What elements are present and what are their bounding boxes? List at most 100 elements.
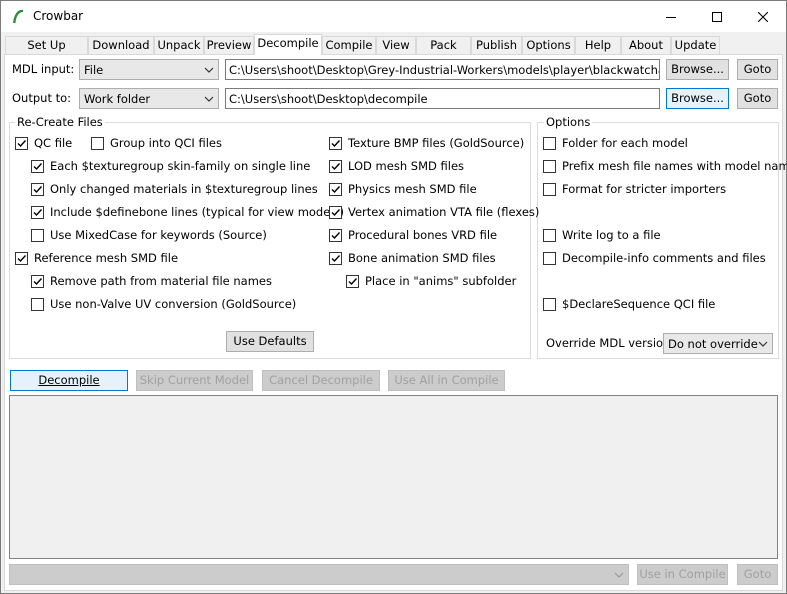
output-to-goto-button[interactable]: Goto (737, 88, 778, 109)
only-changed-materials-in-texturegroup-lines-checkbox[interactable] (31, 183, 44, 196)
bone-animation-smd-files-checkbox[interactable] (329, 252, 342, 265)
write-log-to-a-file-checkbox[interactable] (543, 229, 556, 242)
use-all-in-compile-button[interactable]: Use All in Compile (388, 370, 505, 391)
texture-bmp-files-goldsource-checkbox[interactable] (329, 137, 342, 150)
window-title: Crowbar (33, 9, 84, 23)
use-mixedcase-for-keywords-source-checkbox[interactable] (31, 229, 44, 242)
cancel-decompile-button[interactable]: Cancel Decompile (262, 370, 380, 391)
mdl-input-browse-button[interactable]: Browse... (666, 59, 729, 80)
qc-file-checkbox[interactable] (15, 137, 28, 150)
place-in-anims-subfolder-checkbox[interactable] (346, 275, 359, 288)
tab-compile[interactable]: Compile (322, 36, 376, 54)
procedural-bones-vrd-file-label[interactable]: Procedural bones VRD file (348, 228, 497, 242)
lod-mesh-smd-files-checkbox[interactable] (329, 160, 342, 173)
close-icon (758, 11, 768, 22)
checkmark-icon (33, 278, 43, 286)
bone-animation-smd-files-label[interactable]: Bone animation SMD files (348, 251, 496, 265)
use-in-compile-button[interactable]: Use in Compile (637, 564, 728, 585)
use-defaults-button[interactable]: Use Defaults (226, 331, 314, 352)
declaresequence-qci-file-checkbox[interactable] (543, 298, 556, 311)
output-files-select[interactable] (9, 564, 629, 585)
tab-options[interactable]: Options (522, 36, 575, 54)
remove-path-from-material-file-names-checkbox[interactable] (31, 275, 44, 288)
only-changed-materials-in-texturegroup-lines-label[interactable]: Only changed materials in $texturegroup … (50, 182, 318, 196)
maximize-button[interactable] (694, 1, 740, 32)
checkmark-icon (331, 140, 341, 148)
minimize-button[interactable] (648, 1, 694, 32)
chevron-down-icon (614, 572, 624, 578)
tab-unpack[interactable]: Unpack (154, 36, 204, 54)
reference-mesh-smd-file-checkbox[interactable] (15, 252, 28, 265)
each-texturegroup-skin-family-on-single-line-label[interactable]: Each $texturegroup skin-family on single… (50, 159, 310, 173)
tab-pack[interactable]: Pack (416, 36, 471, 54)
tab-help[interactable]: Help (575, 36, 621, 54)
procedural-bones-vrd-file-checkbox[interactable] (329, 229, 342, 242)
group-into-qci-files-label[interactable]: Group into QCI files (110, 136, 222, 150)
decompile-button[interactable]: Decompile (10, 370, 128, 391)
reference-mesh-smd-file-label[interactable]: Reference mesh SMD file (34, 251, 178, 265)
group-into-qci-files-checkbox[interactable] (91, 137, 104, 150)
tab-publish[interactable]: Publish (471, 36, 522, 54)
prefix-mesh-file-names-with-model-name-label[interactable]: Prefix mesh file names with model name (562, 159, 787, 173)
output-to-mode-value: Work folder (84, 92, 151, 106)
each-texturegroup-skin-family-on-single-line-checkbox[interactable] (31, 160, 44, 173)
use-non-valve-uv-conversion-goldsource-label[interactable]: Use non-Valve UV conversion (GoldSource) (50, 297, 296, 311)
use-non-valve-uv-conversion-goldsource-checkbox[interactable] (31, 298, 44, 311)
mdl-input-goto-button[interactable]: Goto (737, 59, 778, 80)
mdl-input-mode-value: File (84, 63, 104, 77)
tab-about[interactable]: About (621, 36, 671, 54)
use-mixedcase-for-keywords-source-label[interactable]: Use MixedCase for keywords (Source) (50, 228, 267, 242)
chevron-down-icon (758, 341, 768, 347)
decompile-info-comments-and-files-label[interactable]: Decompile-info comments and files (562, 251, 766, 265)
checkmark-icon (331, 255, 341, 263)
close-button[interactable] (740, 1, 786, 32)
tab-preview[interactable]: Preview (204, 36, 254, 54)
mdl-input-path-field[interactable]: C:\Users\shoot\Desktop\Grey-Industrial-W… (225, 59, 660, 80)
prefix-mesh-file-names-with-model-name-checkbox[interactable] (543, 160, 556, 173)
crowbar-app-icon (13, 9, 23, 23)
tab-download[interactable]: Download (88, 36, 154, 54)
physics-mesh-smd-file-checkbox[interactable] (329, 183, 342, 196)
declaresequence-qci-file-label[interactable]: $DeclareSequence QCI file (562, 297, 715, 311)
remove-path-from-material-file-names-label[interactable]: Remove path from material file names (50, 274, 272, 288)
skip-current-model-button[interactable]: Skip Current Model (136, 370, 253, 391)
mdl-input-label: MDL input: (12, 62, 75, 76)
include-definebone-lines-typical-for-view-models-label[interactable]: Include $definebone lines (typical for v… (50, 205, 344, 219)
texture-bmp-files-goldsource-label[interactable]: Texture BMP files (GoldSource) (348, 136, 524, 150)
decompile-log-output[interactable] (9, 395, 778, 559)
chevron-down-icon (204, 96, 214, 102)
physics-mesh-smd-file-label[interactable]: Physics mesh SMD file (348, 182, 477, 196)
tab-set-up-games[interactable]: Set Up Games (5, 36, 88, 69)
write-log-to-a-file-label[interactable]: Write log to a file (562, 228, 661, 242)
checkmark-icon (33, 163, 43, 171)
tab-decompile[interactable]: Decompile (254, 34, 322, 55)
include-definebone-lines-typical-for-view-models-checkbox[interactable] (31, 206, 44, 219)
lod-mesh-smd-files-label[interactable]: LOD mesh SMD files (348, 159, 464, 173)
format-for-stricter-importers-label[interactable]: Format for stricter importers (562, 182, 726, 196)
folder-for-each-model-label[interactable]: Folder for each model (562, 136, 688, 150)
override-mdl-version-label: Override MDL version: (546, 336, 675, 350)
title-bar: Crowbar (1, 1, 786, 32)
vertex-animation-vta-file-flexes-label[interactable]: Vertex animation VTA file (flexes) (348, 205, 539, 219)
checkmark-icon (17, 255, 27, 263)
output-to-label: Output to: (12, 91, 72, 105)
crowbar-window: Crowbar Set Up GamesDownloadUnpackPrevie… (0, 0, 787, 594)
mdl-input-mode-select[interactable]: File (79, 59, 219, 80)
minimize-icon (666, 16, 676, 18)
vertex-animation-vta-file-flexes-checkbox[interactable] (329, 206, 342, 219)
bottom-goto-button[interactable]: Goto (737, 564, 778, 585)
tab-view[interactable]: View (376, 36, 416, 54)
place-in-anims-subfolder-label[interactable]: Place in "anims" subfolder (365, 274, 516, 288)
folder-for-each-model-checkbox[interactable] (543, 137, 556, 150)
qc-file-label[interactable]: QC file (34, 136, 72, 150)
chevron-down-icon (204, 67, 214, 73)
output-to-mode-select[interactable]: Work folder (79, 88, 219, 109)
checkmark-icon (348, 278, 358, 286)
tab-update[interactable]: Update (671, 36, 720, 54)
decompile-info-comments-and-files-checkbox[interactable] (543, 252, 556, 265)
output-to-path-field[interactable]: C:\Users\shoot\Desktop\decompile (225, 88, 660, 109)
output-to-browse-button[interactable]: Browse... (666, 88, 729, 109)
override-mdl-version-select[interactable]: Do not override (663, 333, 773, 354)
checkmark-icon (33, 209, 43, 217)
format-for-stricter-importers-checkbox[interactable] (543, 183, 556, 196)
